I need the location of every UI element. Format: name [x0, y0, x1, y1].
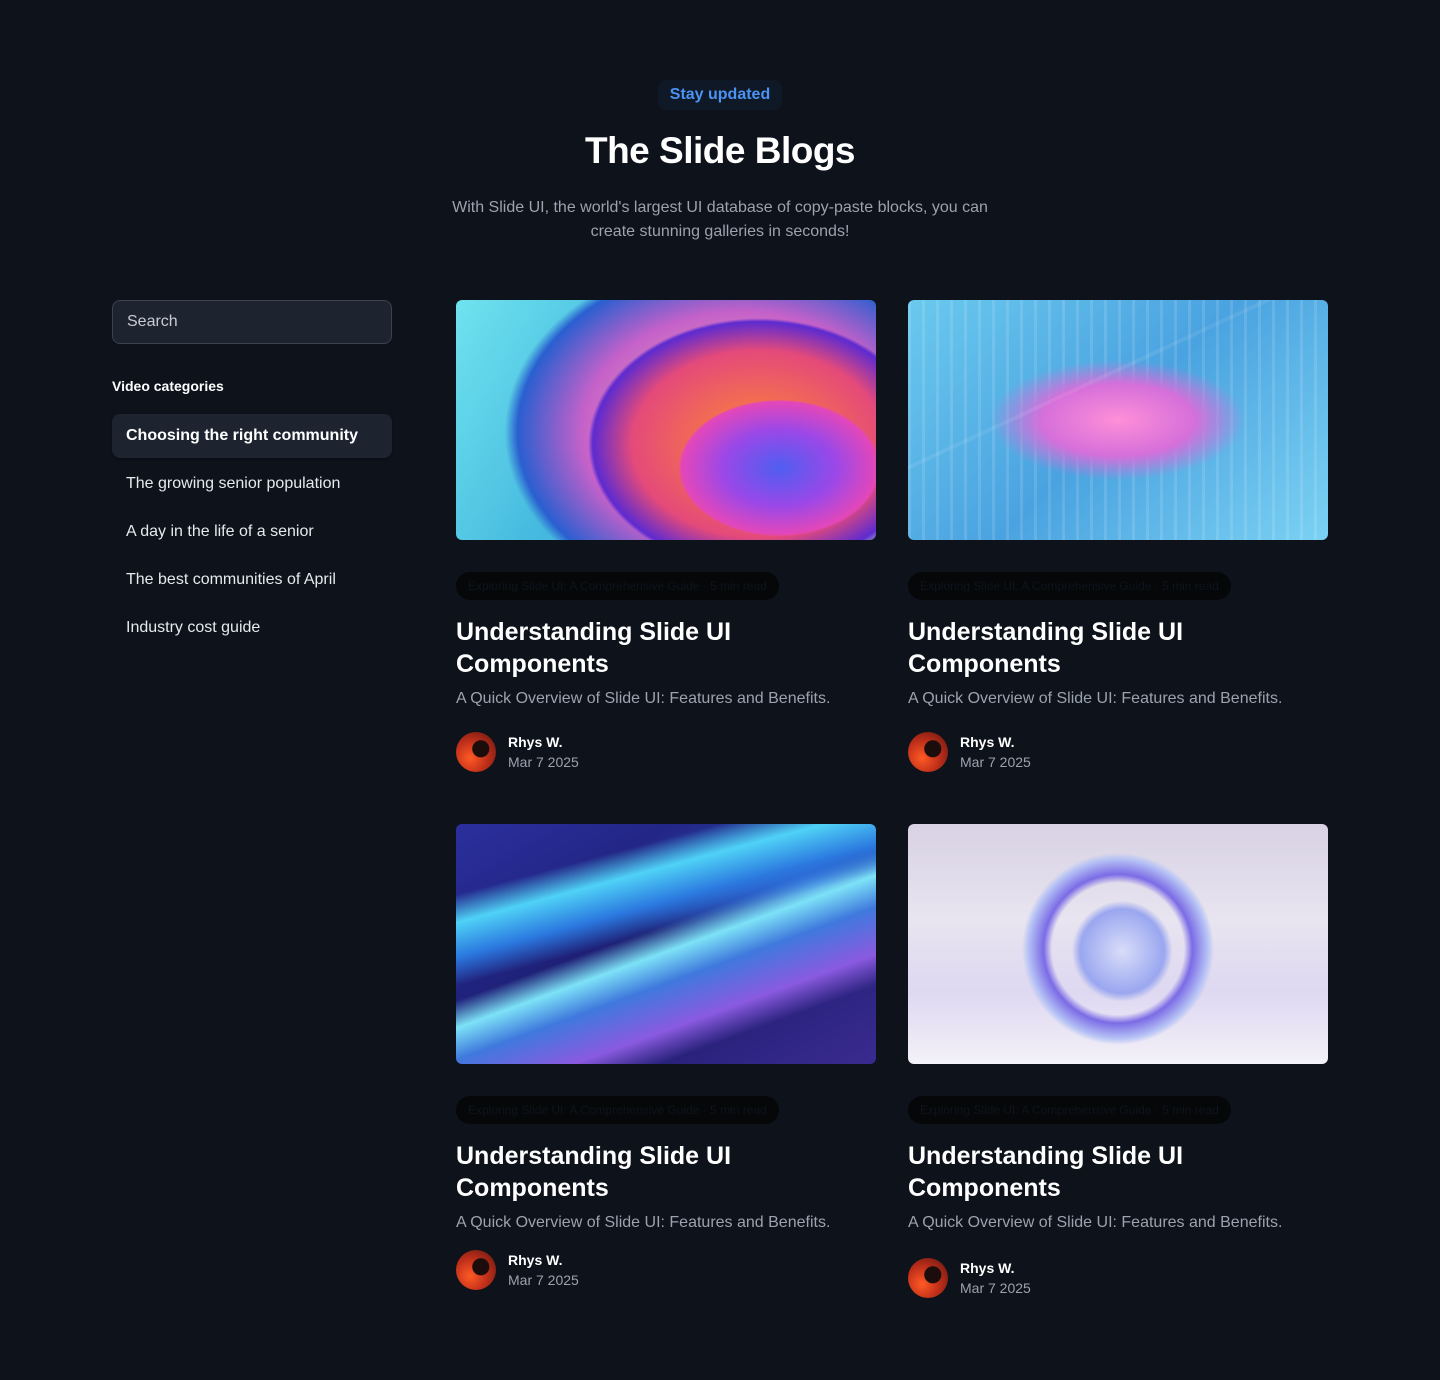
- card-title[interactable]: Understanding Slide UI Components: [456, 1140, 876, 1204]
- eyebrow-badge: Stay updated: [657, 80, 783, 110]
- author-meta: Rhys W. Mar 7 2025: [960, 1258, 1031, 1298]
- card-title[interactable]: Understanding Slide UI Components: [908, 616, 1328, 680]
- card-author: Rhys W. Mar 7 2025: [908, 1258, 1328, 1298]
- author-name: Rhys W.: [508, 734, 563, 750]
- card-tag: Exploring Slide UI: A Comprehensive Guid…: [908, 572, 1231, 600]
- card-image[interactable]: [456, 300, 876, 540]
- post-date: Mar 7 2025: [508, 1272, 579, 1288]
- search-input[interactable]: [112, 300, 392, 344]
- category-item-day-in-life[interactable]: A day in the life of a senior: [112, 510, 392, 554]
- card-tag: Exploring Slide UI: A Comprehensive Guid…: [456, 1096, 779, 1124]
- post-date: Mar 7 2025: [960, 754, 1031, 770]
- blog-page: Stay updated The Slide Blogs With Slide …: [0, 0, 1440, 1380]
- avatar: [456, 1250, 496, 1290]
- author-meta: Rhys W. Mar 7 2025: [508, 1250, 579, 1290]
- blog-card[interactable]: Exploring Slide UI: A Comprehensive Guid…: [908, 824, 1328, 1298]
- sidebar: Video categories Choosing the right comm…: [112, 300, 392, 654]
- post-date: Mar 7 2025: [508, 754, 579, 770]
- card-description: A Quick Overview of Slide UI: Features a…: [456, 690, 831, 707]
- author-name: Rhys W.: [960, 1260, 1015, 1276]
- blog-header: Stay updated The Slide Blogs With Slide …: [0, 80, 1440, 244]
- blog-card[interactable]: Exploring Slide UI: A Comprehensive Guid…: [456, 300, 876, 772]
- card-description: A Quick Overview of Slide UI: Features a…: [456, 1214, 831, 1231]
- author-name: Rhys W.: [960, 734, 1015, 750]
- card-image[interactable]: [908, 300, 1328, 540]
- categories-heading: Video categories: [112, 378, 224, 394]
- card-author: Rhys W. Mar 7 2025: [456, 732, 876, 772]
- card-image[interactable]: [456, 824, 876, 1064]
- post-date: Mar 7 2025: [960, 1280, 1031, 1296]
- card-author: Rhys W. Mar 7 2025: [456, 1250, 876, 1290]
- category-item-best-communities[interactable]: The best communities of April: [112, 558, 392, 602]
- card-title[interactable]: Understanding Slide UI Components: [456, 616, 876, 680]
- avatar: [908, 1258, 948, 1298]
- category-list: Choosing the right community The growing…: [112, 414, 392, 650]
- page-title: The Slide Blogs: [584, 130, 856, 171]
- category-item-choosing-community[interactable]: Choosing the right community: [112, 414, 392, 458]
- card-tag: Exploring Slide UI: A Comprehensive Guid…: [456, 572, 779, 600]
- card-description: A Quick Overview of Slide UI: Features a…: [908, 1214, 1283, 1231]
- author-meta: Rhys W. Mar 7 2025: [508, 732, 579, 772]
- blog-card[interactable]: Exploring Slide UI: A Comprehensive Guid…: [456, 824, 876, 1290]
- category-item-senior-population[interactable]: The growing senior population: [112, 462, 392, 506]
- card-tag: Exploring Slide UI: A Comprehensive Guid…: [908, 1096, 1231, 1124]
- page-subtitle: With Slide UI, the world's largest UI da…: [452, 199, 988, 240]
- avatar: [456, 732, 496, 772]
- blog-card[interactable]: Exploring Slide UI: A Comprehensive Guid…: [908, 300, 1328, 772]
- card-image[interactable]: [908, 824, 1328, 1064]
- card-title[interactable]: Understanding Slide UI Components: [908, 1140, 1328, 1204]
- card-description: A Quick Overview of Slide UI: Features a…: [908, 690, 1283, 707]
- avatar: [908, 732, 948, 772]
- author-name: Rhys W.: [508, 1252, 563, 1268]
- card-author: Rhys W. Mar 7 2025: [908, 732, 1328, 772]
- author-meta: Rhys W. Mar 7 2025: [960, 732, 1031, 772]
- category-item-cost-guide[interactable]: Industry cost guide: [112, 606, 392, 650]
